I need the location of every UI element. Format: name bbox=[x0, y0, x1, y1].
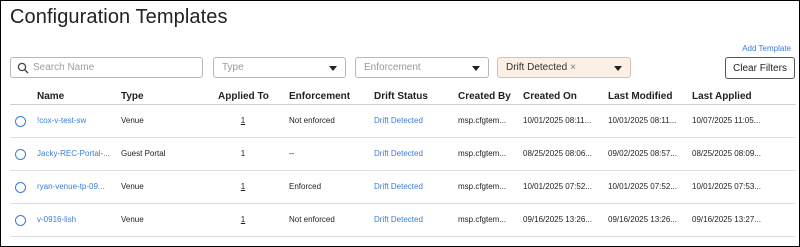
table-row[interactable]: ryan-venue-tp-09... Venue 1 Enforced Dri… bbox=[10, 171, 796, 204]
filter-bar: Search Name Type Enforcement Drift Detec… bbox=[10, 57, 796, 79]
template-type: Venue bbox=[121, 116, 144, 125]
column-header-name[interactable]: Name bbox=[37, 91, 64, 102]
created-on-value: 09/16/2025 13:26... bbox=[523, 215, 592, 224]
enforcement-value: -- bbox=[289, 149, 295, 158]
page-title: Configuration Templates bbox=[10, 6, 228, 28]
template-type: Guest Portal bbox=[121, 149, 166, 158]
column-header-enforcement[interactable]: Enforcement bbox=[289, 91, 350, 102]
drift-status-link[interactable]: Drift Detected bbox=[374, 182, 454, 191]
table-row[interactable]: !cox-v-test-sw Venue 1 Not enforced Drif… bbox=[10, 105, 796, 138]
column-header-type[interactable]: Type bbox=[121, 91, 144, 102]
close-icon[interactable]: × bbox=[570, 62, 576, 73]
radio-unselected-icon[interactable] bbox=[15, 182, 26, 193]
window-frame: Configuration Templates Add Template Sea… bbox=[0, 0, 800, 247]
enforcement-value: Enforced bbox=[289, 182, 322, 191]
template-name-link[interactable]: !cox-v-test-sw bbox=[37, 116, 117, 125]
applied-to-link[interactable]: 1 bbox=[218, 116, 268, 125]
created-by-value: msp.cfgtem... bbox=[458, 116, 507, 125]
last-applied-value: 10/01/2025 07:53... bbox=[692, 182, 761, 191]
drift-status-link[interactable]: Drift Detected bbox=[374, 215, 454, 224]
column-header-drift-status[interactable]: Drift Status bbox=[374, 91, 428, 102]
applied-to-link[interactable]: 1 bbox=[218, 182, 268, 191]
last-modified-value: 09/02/2025 08:57... bbox=[608, 149, 677, 158]
last-modified-value: 10/01/2025 08:11... bbox=[608, 116, 677, 125]
last-applied-value: 09/16/2025 13:27... bbox=[692, 215, 761, 224]
column-header-last-modified[interactable]: Last Modified bbox=[608, 91, 672, 102]
radio-unselected-icon[interactable] bbox=[15, 116, 26, 127]
search-input[interactable]: Search Name bbox=[10, 57, 203, 78]
created-by-value: msp.cfgtem... bbox=[458, 182, 507, 191]
column-header-last-applied[interactable]: Last Applied bbox=[692, 91, 752, 102]
table-row[interactable]: v-0916-lish Venue 1 Not enforced Drift D… bbox=[10, 204, 796, 237]
template-name-link[interactable]: ryan-venue-tp-09... bbox=[37, 182, 117, 191]
caret-down-icon bbox=[614, 66, 622, 71]
caret-down-icon bbox=[329, 66, 337, 71]
table-row[interactable]: Jacky-REC-Portal-... Guest Portal 1 -- D… bbox=[10, 138, 796, 171]
last-modified-value: 10/01/2025 07:52... bbox=[608, 182, 677, 191]
enforcement-value: Not enforced bbox=[289, 116, 335, 125]
template-type: Venue bbox=[121, 215, 144, 224]
drift-status-chip-label: Drift Detected bbox=[506, 62, 568, 73]
last-applied-value: 08/25/2025 08:09... bbox=[692, 149, 761, 158]
enforcement-select-placeholder: Enforcement bbox=[364, 62, 421, 73]
created-on-value: 10/01/2025 07:52... bbox=[523, 182, 592, 191]
enforcement-select[interactable]: Enforcement bbox=[355, 57, 489, 78]
created-by-value: msp.cfgtem... bbox=[458, 149, 507, 158]
type-select[interactable]: Type bbox=[213, 57, 346, 78]
applied-to-link[interactable]: 1 bbox=[218, 215, 268, 224]
type-select-placeholder: Type bbox=[222, 62, 244, 73]
search-placeholder: Search Name bbox=[33, 62, 95, 73]
column-header-created-by[interactable]: Created By bbox=[458, 91, 511, 102]
last-applied-value: 10/07/2025 11:05... bbox=[692, 116, 761, 125]
column-header-created-on[interactable]: Created On bbox=[523, 91, 577, 102]
applied-to-value: 1 bbox=[240, 149, 246, 158]
column-header-applied-to[interactable]: Applied To bbox=[218, 91, 269, 102]
caret-down-icon bbox=[472, 66, 480, 71]
template-name-link[interactable]: Jacky-REC-Portal-... bbox=[37, 149, 117, 158]
drift-status-link[interactable]: Drift Detected bbox=[374, 149, 454, 158]
enforcement-value: Not enforced bbox=[289, 215, 335, 224]
radio-unselected-icon[interactable] bbox=[15, 149, 26, 160]
template-name-link[interactable]: v-0916-lish bbox=[37, 215, 117, 224]
templates-table: Name Type Applied To Enforcement Drift S… bbox=[10, 87, 796, 237]
drift-status-link[interactable]: Drift Detected bbox=[374, 116, 454, 125]
clear-filters-button[interactable]: Clear Filters bbox=[725, 57, 795, 79]
last-modified-value: 09/16/2025 13:26... bbox=[608, 215, 677, 224]
drift-status-select[interactable]: Drift Detected × bbox=[497, 57, 631, 78]
search-icon bbox=[17, 62, 29, 74]
created-by-value: msp.cfgtem... bbox=[458, 215, 507, 224]
add-template-link[interactable]: Add Template bbox=[742, 44, 791, 53]
created-on-value: 10/01/2025 08:11... bbox=[523, 116, 592, 125]
created-on-value: 08/25/2025 08:06... bbox=[523, 149, 592, 158]
table-header: Name Type Applied To Enforcement Drift S… bbox=[10, 87, 796, 105]
template-type: Venue bbox=[121, 182, 144, 191]
radio-unselected-icon[interactable] bbox=[15, 215, 26, 226]
